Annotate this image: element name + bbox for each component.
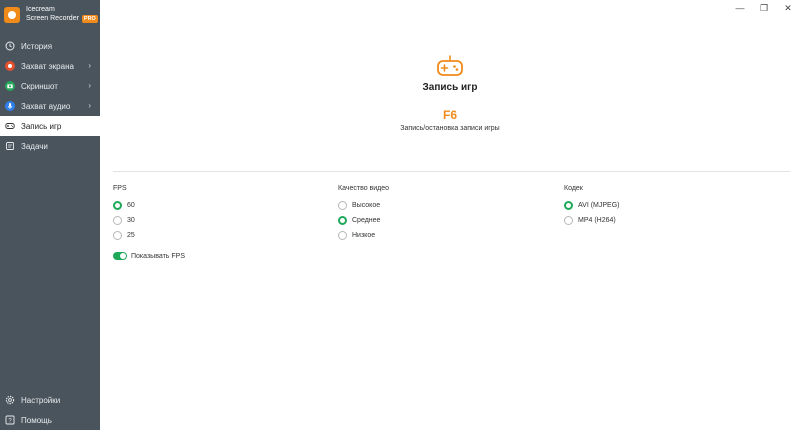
codec-option-mp4[interactable]: MP4 (H264): [564, 213, 619, 228]
chevron-right-icon: ›: [88, 81, 91, 90]
codec-group: Кодек AVI (MJPEG) MP4 (H264): [564, 185, 619, 228]
sidebar-item-audio-capture[interactable]: Захват аудио ›: [0, 96, 100, 116]
sidebar-item-help[interactable]: ? Помощь: [0, 410, 100, 430]
window-controls: — ❐ ✕: [728, 0, 800, 16]
codec-title: Кодек: [564, 185, 583, 192]
radio-button[interactable]: [113, 231, 122, 240]
show-fps-row: Показывать FPS: [113, 252, 185, 260]
quality-title: Качество видео: [338, 185, 390, 192]
minimize-button[interactable]: —: [728, 0, 752, 16]
fps-option-60[interactable]: 60: [113, 198, 135, 213]
show-fps-toggle[interactable]: [113, 252, 127, 260]
sidebar-item-screenshot[interactable]: Скриншот ›: [0, 76, 100, 96]
quality-option-low[interactable]: Низкое: [338, 228, 389, 243]
app-name: Icecream Screen Recorder PRO: [26, 6, 98, 23]
radio-button[interactable]: [338, 201, 347, 210]
sidebar-nav: История Захват экрана › Скриншот › Захва…: [0, 36, 100, 156]
close-button[interactable]: ✕: [776, 0, 800, 16]
show-fps-label: Показывать FPS: [131, 252, 185, 260]
help-icon: ?: [5, 415, 15, 425]
record-icon: [5, 61, 15, 71]
quality-option-medium[interactable]: Среднее: [338, 213, 389, 228]
tasks-icon: [5, 141, 15, 151]
radio-button[interactable]: [564, 216, 573, 225]
page-title: Запись игр: [422, 82, 478, 93]
app-logo-icon: [4, 7, 20, 23]
hotkey-description: Запись/остановка записи игры: [400, 125, 500, 132]
sidebar-item-tasks[interactable]: Задачи: [0, 136, 100, 156]
sidebar-item-screen-capture[interactable]: Захват экрана ›: [0, 56, 100, 76]
app-brand: Icecream Screen Recorder PRO: [4, 5, 98, 31]
chevron-right-icon: ›: [88, 61, 91, 70]
sidebar-item-game-recording[interactable]: Запись игр: [0, 116, 100, 136]
radio-button[interactable]: [564, 201, 573, 210]
sidebar-item-settings[interactable]: Настройки: [0, 390, 100, 410]
pro-badge: PRO: [81, 14, 98, 23]
fps-option-25[interactable]: 25: [113, 228, 135, 243]
quality-group: Качество видео Высокое Среднее Низкое: [338, 185, 389, 243]
codec-option-avi[interactable]: AVI (MJPEG): [564, 198, 619, 213]
fps-group: FPS 60 30 25: [113, 185, 135, 243]
quality-option-high[interactable]: Высокое: [338, 198, 389, 213]
gamepad-icon: [5, 121, 15, 131]
camera-icon: [5, 81, 15, 91]
chevron-right-icon: ›: [88, 101, 91, 110]
sidebar: Icecream Screen Recorder PRO История Зах…: [0, 0, 100, 430]
sidebar-bottom: Настройки ? Помощь: [0, 390, 100, 430]
clock-icon: [5, 41, 15, 51]
sidebar-item-history[interactable]: История: [0, 36, 100, 56]
microphone-icon: [5, 101, 15, 111]
radio-button[interactable]: [113, 201, 122, 210]
section-divider: [113, 171, 790, 172]
radio-button[interactable]: [113, 216, 122, 225]
radio-button[interactable]: [338, 231, 347, 240]
maximize-button[interactable]: ❐: [752, 0, 776, 16]
fps-option-30[interactable]: 30: [113, 213, 135, 228]
radio-button[interactable]: [338, 216, 347, 225]
fps-title: FPS: [113, 185, 127, 192]
gear-icon: [5, 395, 15, 405]
hotkey-label[interactable]: F6: [300, 108, 600, 122]
gamepad-icon: [436, 54, 464, 78]
